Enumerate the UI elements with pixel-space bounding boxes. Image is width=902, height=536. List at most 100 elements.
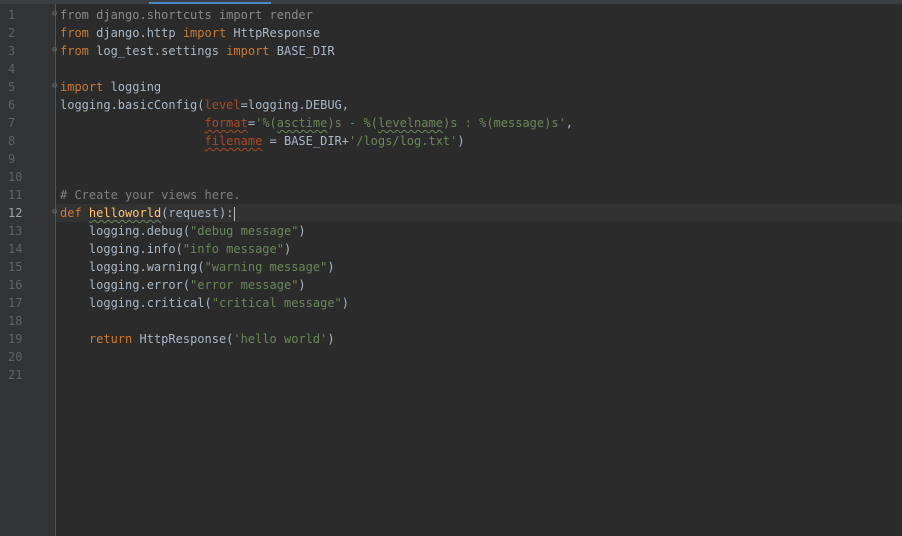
param-format: format	[204, 116, 248, 130]
keyword-from: from	[60, 26, 89, 40]
line-number[interactable]: 1	[0, 6, 40, 24]
keyword-import: import	[218, 8, 263, 22]
keyword-from: from	[60, 8, 89, 22]
code-line-2[interactable]: from django.http import HttpResponse	[60, 24, 900, 42]
string-literal: asctime	[276, 116, 328, 130]
function-name: helloworld	[88, 206, 162, 220]
comment: # Create your views here.	[60, 188, 241, 202]
code-line-5[interactable]: ⊖ import logging	[52, 78, 900, 96]
keyword-import: import	[182, 26, 227, 40]
string-literal: "error message"	[190, 278, 299, 292]
code-line-20[interactable]	[60, 348, 900, 366]
call-text: logging.critical(	[60, 296, 212, 310]
line-number[interactable]: 11	[0, 186, 40, 204]
code-line-3[interactable]: ⊖ from log_test.settings import BASE_DIR	[52, 42, 900, 60]
fold-icon[interactable]: ⊖	[52, 45, 59, 55]
line-number[interactable]: 2	[0, 24, 40, 42]
line-number[interactable]: 15	[0, 258, 40, 276]
keyword-from: from	[60, 44, 89, 58]
line-number[interactable]: 4	[0, 60, 40, 78]
line-number[interactable]: 6	[0, 96, 40, 114]
import-name: logging	[103, 80, 162, 94]
call-text: logging.error(	[60, 278, 191, 292]
fold-icon[interactable]: ⊖	[52, 81, 59, 91]
string-literal: "info message"	[182, 242, 284, 256]
line-number[interactable]: 16	[0, 276, 40, 294]
function-signature: (request):	[161, 206, 234, 220]
code-line-7[interactable]: format='%(asctime)s - %(levelname)s : %(…	[60, 114, 900, 132]
import-name: BASE_DIR	[269, 44, 335, 58]
punctuation: )	[341, 296, 349, 310]
keyword-def: def	[60, 206, 82, 220]
line-number[interactable]: 17	[0, 294, 40, 312]
keyword-return: return	[88, 332, 133, 346]
punctuation: )	[298, 278, 306, 292]
line-number[interactable]: 13	[0, 222, 40, 240]
fold-icon[interactable]: ⊖	[52, 207, 59, 217]
line-number[interactable]: 7	[0, 114, 40, 132]
code-editor[interactable]: ⊖ from django.shortcuts import render fro…	[52, 4, 902, 536]
code-line-6[interactable]: logging.basicConfig(level=logging.DEBUG,	[60, 96, 900, 114]
string-literal: 'hello world'	[233, 332, 328, 346]
string-literal: "warning message"	[204, 260, 328, 274]
code-line-1[interactable]: ⊖ from django.shortcuts import render	[52, 6, 900, 24]
code-line-10[interactable]	[60, 168, 900, 186]
text-cursor	[234, 206, 236, 221]
code-line-16[interactable]: logging.error("error message")	[60, 276, 900, 294]
import-name: render	[262, 8, 313, 22]
punctuation: )	[283, 242, 292, 256]
call-text: logging.basicConfig(	[60, 98, 205, 112]
code-area[interactable]: ⊖ from django.shortcuts import render fro…	[52, 6, 902, 384]
code-line-17[interactable]: logging.critical("critical message")	[60, 294, 900, 312]
string-literal: )s - %(	[327, 116, 378, 130]
keyword-import: import	[226, 44, 270, 58]
string-literal: "critical message"	[211, 296, 342, 310]
code-line-12[interactable]: ⊖ def helloworld(request):	[52, 204, 902, 222]
line-number[interactable]: 12	[0, 204, 40, 222]
line-number[interactable]: 18	[0, 312, 40, 330]
call-text: logging.debug(	[60, 224, 191, 238]
call-text: logging.warning(	[60, 260, 205, 274]
code-line-21[interactable]	[60, 366, 900, 384]
code-line-4[interactable]	[60, 60, 900, 78]
string-literal: '%(	[255, 116, 277, 130]
call-text: logging.info(	[60, 242, 183, 256]
line-number[interactable]: 5	[0, 78, 40, 96]
code-line-18[interactable]	[60, 312, 900, 330]
line-number[interactable]: 8	[0, 132, 40, 150]
line-number[interactable]: 14	[0, 240, 40, 258]
code-line-9[interactable]	[60, 150, 900, 168]
punctuation: )	[298, 224, 306, 238]
punctuation: )	[327, 260, 335, 274]
editor-gutter: 1 2 3 4 5 6 7 8 9 10 11 12 13 14 15 16 17 18 19 20 21	[0, 4, 56, 536]
keyword-import: import	[60, 80, 104, 94]
line-number[interactable]: 20	[0, 348, 40, 366]
string-literal: '/logs/log.txt'	[349, 134, 458, 148]
code-line-11[interactable]: # Create your views here.	[60, 186, 900, 204]
code-line-15[interactable]: logging.warning("warning message")	[60, 258, 900, 276]
code-line-14[interactable]: logging.info("info message")	[60, 240, 900, 258]
code-line-19[interactable]: return HttpResponse('hello world')	[60, 330, 900, 348]
call-text: HttpResponse(	[132, 332, 234, 346]
param-level: level	[204, 98, 241, 112]
line-number[interactable]: 3	[0, 42, 40, 60]
operator: =	[247, 116, 256, 130]
param-filename: filename	[204, 134, 263, 148]
fold-icon[interactable]: ⊖	[52, 9, 59, 19]
line-number[interactable]: 19	[0, 330, 40, 348]
punctuation: )	[327, 332, 335, 346]
code-line-8[interactable]: filename = BASE_DIR+'/logs/log.txt')	[60, 132, 900, 150]
line-number[interactable]: 10	[0, 168, 40, 186]
call-text: = BASE_DIR+	[262, 134, 349, 148]
line-number[interactable]: 9	[0, 150, 40, 168]
module-name: log_test.settings	[88, 44, 227, 58]
line-number[interactable]: 21	[0, 366, 40, 384]
string-literal: "debug message"	[190, 224, 299, 238]
string-literal: levelname	[377, 116, 443, 130]
code-line-13[interactable]: logging.debug("debug message")	[60, 222, 900, 240]
import-name: HttpResponse	[226, 26, 321, 40]
